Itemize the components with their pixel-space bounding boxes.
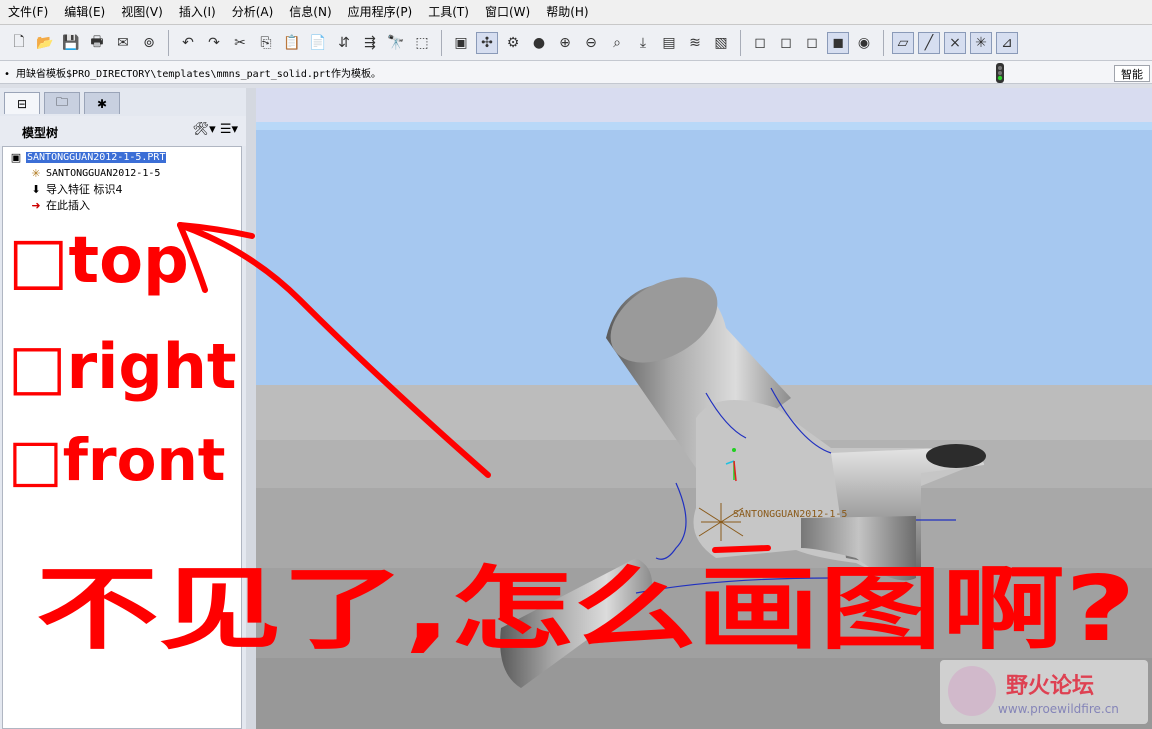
tab-folder-browser[interactable]: 🗀 <box>44 92 80 114</box>
redo-icon[interactable]: ↷ <box>203 32 225 54</box>
coordinate-systems-icon[interactable]: ✳ <box>970 31 992 54</box>
datum-planes-icon[interactable]: ▱ <box>892 31 914 54</box>
copy-icon[interactable]: ⎘ <box>255 32 277 54</box>
wireframe-icon[interactable]: ◻ <box>749 32 771 54</box>
csys-label: SANTONGGUAN2012-1-5 <box>733 509 848 520</box>
no-hidden-icon[interactable]: ◻ <box>801 32 823 54</box>
message-bar: • 用缺省模板$PRO_DIRECTORY\templates\mmns_par… <box>0 61 1152 84</box>
model-tree-icon: ⊟ <box>16 96 28 111</box>
shading-icon[interactable]: ◼ <box>827 31 849 54</box>
undo-icon[interactable]: ↶ <box>177 32 199 54</box>
menu-window[interactable]: 窗口(W) <box>477 0 538 24</box>
tree-item-label: 在此插入 <box>46 199 90 212</box>
model-tree-title: 模型树 <box>22 126 59 140</box>
graphics-viewport[interactable] <box>256 88 1152 729</box>
menu-tools[interactable]: 工具(T) <box>420 0 477 24</box>
tree-item-label: SANTONGGUAN2012-1-5.PRT <box>26 151 167 163</box>
orient-mode-icon[interactable]: ⚙ <box>502 32 524 54</box>
menu-insert[interactable]: 插入(I) <box>171 0 224 24</box>
menu-bar: 文件(F) 编辑(E) 视图(V) 插入(I) 分析(A) 信息(N) 应用程序… <box>0 0 1152 25</box>
main-toolbar: 🗋 📂 💾 🖶 ✉ ⊚ ↶ ↷ ✂ ⎘ 📋 📄 ⇵ ⇶ 🔭 ⬚ ▣ ✣ ⚙ ● … <box>0 25 1152 61</box>
part-icon: ▣ <box>10 150 22 164</box>
menu-info[interactable]: 信息(N) <box>281 0 339 24</box>
forum-watermark: 野火论坛 www.proewildfire.cn <box>940 660 1148 724</box>
menu-view[interactable]: 视图(V) <box>113 0 171 24</box>
zoom-out-icon[interactable]: ⊖ <box>580 32 602 54</box>
smart-filter-select[interactable]: 智能 <box>1114 65 1150 82</box>
tree-item-insert-here[interactable]: ➜ 在此插入 <box>29 197 90 213</box>
tab-model-tree[interactable]: ⊟ <box>4 92 40 114</box>
tree-item-csys[interactable]: ✳ SANTONGGUAN2012-1-5 <box>29 165 160 181</box>
navigator-tabs: ⊟ 🗀 ✱ <box>4 92 124 114</box>
settings-icon[interactable]: 🛠▾ <box>193 122 216 137</box>
navigator-panel: ⊟ 🗀 ✱ 模型树 🛠▾ ☰▾ ▣ SANTONGGUAN2012-1-5.PR… <box>0 88 248 729</box>
print-icon[interactable]: 🖶 <box>86 32 108 54</box>
datum-points-icon[interactable]: × <box>944 31 966 54</box>
watermark-url: www.proewildfire.cn <box>998 702 1119 716</box>
save-icon[interactable]: 💾 <box>60 32 82 54</box>
new-file-icon[interactable]: 🗋 <box>8 32 30 54</box>
panel-splitter[interactable] <box>246 88 256 729</box>
toolbar-separator <box>883 29 884 56</box>
toolbar-separator <box>740 29 741 56</box>
open-folder-icon[interactable]: 📂 <box>34 32 56 54</box>
message-text: • 用缺省模板$PRO_DIRECTORY\templates\mmns_par… <box>4 69 381 80</box>
tree-item-import-feature[interactable]: ⬇ 导入特征 标识4 <box>29 181 123 197</box>
mail-attachment-icon[interactable]: ⊚ <box>138 32 160 54</box>
tree-item-label: 导入特征 标识4 <box>46 183 123 196</box>
forum-logo <box>948 666 996 716</box>
menu-analysis[interactable]: 分析(A) <box>224 0 282 24</box>
zoom-in-icon[interactable]: ⊕ <box>554 32 576 54</box>
datum-axes-icon[interactable]: ╱ <box>918 31 940 54</box>
regenerate-manager-icon[interactable]: ⇶ <box>359 32 381 54</box>
model-view <box>256 88 1152 729</box>
layers-icon[interactable]: ≋ <box>684 32 706 54</box>
tree-item-part[interactable]: ▣ SANTONGGUAN2012-1-5.PRT <box>9 149 167 165</box>
tab-favorites[interactable]: ✱ <box>84 92 120 114</box>
saved-views-icon[interactable]: ▤ <box>658 32 680 54</box>
menu-edit[interactable]: 编辑(E) <box>56 0 113 24</box>
menu-help[interactable]: 帮助(H) <box>538 0 596 24</box>
redraw-icon[interactable]: ▣ <box>450 32 472 54</box>
tree-item-label: SANTONGGUAN2012-1-5 <box>46 167 161 179</box>
send-mail-icon[interactable]: ✉ <box>112 32 134 54</box>
csys-icon: ✳ <box>31 166 41 180</box>
cut-icon[interactable]: ✂ <box>229 32 251 54</box>
paste-special-icon[interactable]: 📄 <box>307 32 329 54</box>
enhanced-realism-icon[interactable]: ◉ <box>853 32 875 54</box>
toolbar-separator <box>441 29 442 56</box>
view-manager-icon[interactable]: ▧ <box>710 32 732 54</box>
find-icon[interactable]: 🔭 <box>385 32 407 54</box>
refit-icon[interactable]: ⌕ <box>606 32 628 54</box>
folder-icon: 🗀 <box>55 95 68 109</box>
reorient-icon[interactable]: ⤓ <box>632 32 654 54</box>
menu-applications[interactable]: 应用程序(P) <box>340 0 421 24</box>
menu-file[interactable]: 文件(F) <box>0 0 56 24</box>
hidden-line-icon[interactable]: ◻ <box>775 32 797 54</box>
watermark-title: 野火论坛 <box>1006 674 1095 699</box>
tree-tools: 🛠▾ ☰▾ <box>193 122 238 137</box>
favorites-icon: ✱ <box>96 96 108 111</box>
regenerate-icon[interactable]: ⇵ <box>333 32 355 54</box>
import-feature-icon: ⬇ <box>31 182 41 196</box>
annotations-icon[interactable]: ⊿ <box>996 31 1018 54</box>
appearance-sphere-icon[interactable]: ● <box>528 32 550 54</box>
select-box-icon[interactable]: ⬚ <box>411 32 433 54</box>
toolbar-separator <box>168 29 169 56</box>
show-icon[interactable]: ☰▾ <box>220 122 238 137</box>
spin-center-icon[interactable]: ✣ <box>476 31 498 54</box>
status-light-icon <box>996 63 1004 83</box>
insert-here-arrow-icon: ➜ <box>31 198 41 212</box>
paste-icon[interactable]: 📋 <box>281 32 303 54</box>
model-tree: ▣ SANTONGGUAN2012-1-5.PRT ✳ SANTONGGUAN2… <box>2 146 242 729</box>
model-tree-header: 模型树 🛠▾ ☰▾ <box>0 116 246 146</box>
